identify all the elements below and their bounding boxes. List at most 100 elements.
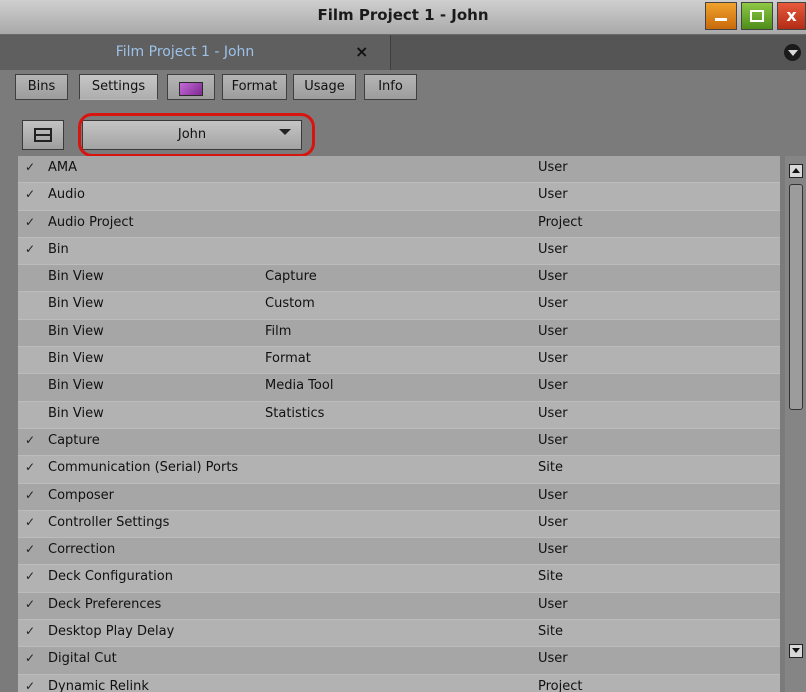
- setting-name: Audio Project: [48, 214, 134, 230]
- setting-scope: User: [538, 187, 568, 203]
- setting-name: Communication (Serial) Ports: [48, 460, 239, 476]
- checkmark-icon: ✓: [25, 569, 36, 584]
- maximize-icon[interactable]: [741, 2, 773, 30]
- setting-subname: Statistics: [265, 405, 325, 421]
- checkmark-icon: ✓: [25, 596, 36, 611]
- setting-name: Desktop Play Delay: [48, 624, 175, 640]
- setting-subname: Media Tool: [265, 378, 334, 394]
- settings-row[interactable]: ✓ Digital Cut User: [18, 647, 780, 675]
- checkmark-icon: ✓: [25, 514, 36, 529]
- scroll-up-icon[interactable]: [789, 164, 803, 178]
- setting-name: Bin View: [48, 323, 104, 339]
- settings-row[interactable]: ✓ Controller Settings User: [18, 510, 780, 539]
- settings-row[interactable]: ✓ Capture User: [18, 428, 780, 457]
- setting-scope: Site: [538, 624, 563, 640]
- scroll-down-icon[interactable]: [789, 644, 803, 658]
- setting-scope: User: [538, 514, 568, 530]
- settings-row[interactable]: Bin View Media Tool User: [18, 374, 780, 402]
- setting-scope: Project: [538, 214, 583, 230]
- setting-scope: User: [538, 296, 568, 312]
- scrollbar-thumb[interactable]: [789, 184, 803, 410]
- settings-row[interactable]: ✓ Communication (Serial) Ports Site: [18, 456, 780, 484]
- checkmark-icon: ✓: [25, 432, 36, 447]
- minimize-icon[interactable]: [705, 2, 737, 30]
- setting-name: Digital Cut: [48, 651, 117, 667]
- setting-name: Deck Preferences: [48, 596, 162, 612]
- setting-scope: User: [538, 241, 568, 257]
- checkmark-icon: ✓: [25, 487, 36, 502]
- split-view-icon: [34, 128, 52, 142]
- settings-row[interactable]: ✓ Dynamic Relink Project: [18, 674, 780, 692]
- category-tabs: Bins Settings Format Usage Info: [0, 70, 806, 102]
- setting-scope: User: [538, 323, 568, 339]
- setting-name: Bin View: [48, 378, 104, 394]
- setting-scope: User: [538, 432, 568, 448]
- setting-name: Bin View: [48, 405, 104, 421]
- setting-scope: Site: [538, 569, 563, 585]
- setting-name: Bin: [48, 241, 69, 257]
- settings-row[interactable]: Bin View Film User: [18, 319, 780, 348]
- setting-name: AMA: [48, 160, 78, 175]
- settings-row[interactable]: ✓ AMA User: [18, 156, 780, 184]
- document-tab[interactable]: Film Project 1 - John ×: [0, 35, 391, 70]
- setting-scope: User: [538, 542, 568, 558]
- setting-scope: Site: [538, 460, 563, 476]
- setting-scope: User: [538, 405, 568, 421]
- title-bar: Film Project 1 - John x: [0, 0, 806, 35]
- close-icon[interactable]: x: [777, 2, 806, 30]
- setting-scope: User: [538, 487, 568, 503]
- setting-subname: Format: [265, 351, 311, 367]
- settings-row[interactable]: Bin View Format User: [18, 347, 780, 375]
- setting-scope: User: [538, 596, 568, 612]
- document-tab-strip: Film Project 1 - John ×: [0, 35, 806, 70]
- setting-subname: Capture: [265, 269, 317, 285]
- window-menu-icon[interactable]: [784, 44, 801, 61]
- setting-name: Composer: [48, 487, 115, 503]
- document-tab-label: Film Project 1 - John: [115, 44, 255, 60]
- setting-name: Bin View: [48, 296, 104, 312]
- setting-name: Dynamic Relink: [48, 678, 149, 692]
- settings-row[interactable]: ✓ Deck Configuration Site: [18, 565, 780, 593]
- setting-name: Correction: [48, 542, 116, 558]
- settings-row[interactable]: ✓ Composer User: [18, 483, 780, 511]
- settings-row[interactable]: ✓ Audio User: [18, 183, 780, 211]
- tab-color[interactable]: [167, 74, 215, 100]
- settings-list: ✓ AMA User ✓ Audio User ✓ Audio Project Project ✓…: [18, 156, 780, 692]
- settings-row[interactable]: Bin View Custom User: [18, 292, 780, 320]
- setting-subname: Film: [265, 323, 292, 339]
- setting-name: Controller Settings: [48, 514, 170, 530]
- checkmark-icon: ✓: [25, 678, 36, 692]
- window-title: Film Project 1 - John: [317, 6, 489, 24]
- tab-usage[interactable]: Usage: [293, 74, 356, 100]
- setting-subname: Custom: [265, 296, 315, 312]
- checkmark-icon: ✓: [25, 624, 36, 639]
- settings-row[interactable]: Bin View Statistics User: [18, 401, 780, 429]
- setting-scope: User: [538, 378, 568, 394]
- tab-close-icon[interactable]: ×: [355, 42, 368, 61]
- setting-scope: User: [538, 269, 568, 285]
- color-swatch-icon: [179, 82, 203, 96]
- highlight-annotation: [78, 113, 315, 157]
- settings-row[interactable]: Bin View Capture User: [18, 265, 780, 293]
- vertical-scrollbar[interactable]: [785, 156, 806, 692]
- settings-row[interactable]: ✓ Desktop Play Delay Site: [18, 620, 780, 648]
- setting-scope: User: [538, 160, 568, 175]
- setting-name: Capture: [48, 432, 100, 448]
- setting-scope: User: [538, 351, 568, 367]
- setting-scope: User: [538, 651, 568, 667]
- settings-row[interactable]: ✓ Correction User: [18, 538, 780, 566]
- checkmark-icon: ✓: [25, 460, 36, 475]
- checkmark-icon: ✓: [25, 160, 36, 174]
- tab-format[interactable]: Format: [222, 74, 287, 100]
- settings-row[interactable]: ✓ Audio Project Project: [18, 210, 780, 238]
- tab-bins[interactable]: Bins: [15, 74, 68, 100]
- setting-scope: Project: [538, 678, 583, 692]
- view-toggle-button[interactable]: [22, 120, 64, 150]
- checkmark-icon: ✓: [25, 214, 36, 229]
- settings-row[interactable]: ✓ Deck Preferences User: [18, 592, 780, 621]
- tab-info[interactable]: Info: [364, 74, 417, 100]
- tab-settings[interactable]: Settings: [79, 74, 158, 100]
- settings-row[interactable]: ✓ Bin User: [18, 237, 780, 266]
- setting-name: Deck Configuration: [48, 569, 173, 585]
- setting-name: Bin View: [48, 351, 104, 367]
